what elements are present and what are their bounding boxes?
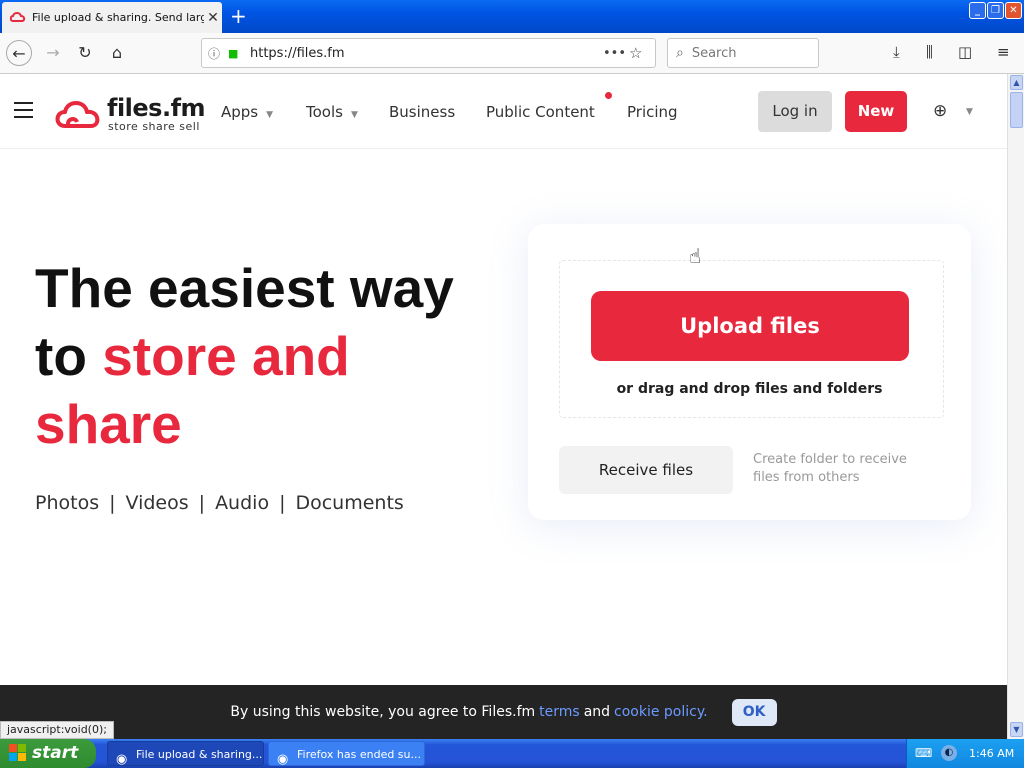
system-tray: ⌨ ◐ 1:46 AM (906, 739, 1024, 768)
cloud-logo-icon (55, 101, 100, 128)
search-icon: ⌕ (676, 45, 684, 61)
category-videos: Videos (125, 492, 189, 514)
nav-apps-label: Apps (221, 103, 259, 121)
minimize-button[interactable]: _ (969, 2, 986, 19)
receive-files-hint: Create folder to receive files from othe… (753, 452, 907, 485)
cookie-banner: By using this website, you agree to File… (0, 685, 1007, 739)
library-icon[interactable]: ⫼ (926, 43, 933, 61)
category-documents: Documents (295, 492, 404, 514)
firefox-icon: ◉ (116, 752, 128, 766)
cookie-text: By using this website, you agree to File… (230, 704, 536, 720)
upload-card: Upload files or drag and drop files and … (528, 224, 971, 520)
browser-title-bar: File upload & sharing. Send large p ✕ + … (0, 0, 1024, 33)
download-icon[interactable]: ⤓ (893, 43, 900, 61)
nav-business[interactable]: Business (389, 103, 455, 121)
forward-arrow-icon[interactable]: → (40, 40, 66, 66)
lock-icon: ■ (228, 46, 239, 60)
chevron-down-icon[interactable]: ▼ (966, 107, 973, 117)
drag-drop-hint: or drag and drop files and folders (616, 381, 883, 397)
cookie-policy-link[interactable]: cookie policy. (614, 704, 708, 720)
logo-name: files.fm (107, 94, 206, 122)
page-actions-icon[interactable]: ••• (603, 46, 629, 61)
login-button[interactable]: Log in (758, 91, 832, 132)
browser-toolbar: ← → ↻ ⌂ ⓘ ■ https://files.fm ••• ☆ ⌕ Sea… (0, 33, 1024, 74)
task-label: File upload & sharing.... (136, 748, 264, 761)
hero-line-3-red: share (35, 393, 182, 455)
bookmark-star-icon[interactable]: ☆ (629, 44, 655, 62)
new-button[interactable]: New (845, 91, 907, 132)
files-fm-favicon-icon (10, 11, 26, 22)
nav-tools-label: Tools (306, 103, 343, 121)
close-window-button[interactable]: ✕ (1005, 2, 1022, 19)
sidebar-icon[interactable]: ◫ (958, 43, 972, 61)
tab-title: File upload & sharing. Send large p (32, 11, 204, 24)
receive-files-button[interactable]: Receive files (559, 446, 733, 494)
nav-apps[interactable]: Apps ▼ (221, 103, 273, 121)
chevron-down-icon: ▼ (266, 110, 274, 120)
tab-close-icon[interactable]: ✕ (204, 10, 222, 26)
url-text[interactable]: https://files.fm (250, 46, 603, 61)
cookie-and-text: and (583, 704, 611, 720)
nav-pricing[interactable]: Pricing (627, 103, 678, 121)
nav-public-content[interactable]: Public Content (486, 103, 595, 121)
start-button[interactable]: start (0, 739, 96, 768)
url-bar[interactable]: ⓘ ■ https://files.fm ••• ☆ (201, 38, 656, 68)
hero-line-2-plain: to (35, 325, 103, 387)
nav-tools[interactable]: Tools ▼ (306, 103, 358, 121)
upload-files-button[interactable]: Upload files (591, 291, 909, 361)
scroll-down-icon[interactable]: ▼ (1010, 722, 1023, 737)
status-bar: javascript:void(0); (0, 721, 114, 739)
category-audio: Audio (215, 492, 270, 514)
hamburger-menu-icon[interactable] (14, 102, 33, 118)
keyboard-icon[interactable]: ⌨ (915, 746, 932, 760)
logo-tagline: store share sell (108, 120, 200, 133)
chevron-down-icon: ▼ (350, 110, 358, 120)
taskbar-item-file-upload[interactable]: ◉ File upload & sharing.... (107, 741, 264, 766)
globe-icon[interactable]: ⊕ (933, 101, 947, 121)
info-icon[interactable]: ⓘ (208, 45, 228, 62)
search-input[interactable]: ⌕ Search (667, 38, 819, 68)
search-placeholder: Search (691, 45, 737, 61)
taskbar: start ◉ File upload & sharing.... ◉ Fire… (0, 739, 1024, 768)
category-photos: Photos (35, 492, 100, 514)
hero-line-2-red: store and (102, 325, 350, 387)
vertical-scrollbar[interactable]: ▲ ▼ (1007, 74, 1024, 739)
menu-icon[interactable]: ≡ (997, 43, 1010, 61)
back-arrow-icon[interactable]: ← (6, 40, 32, 66)
hero-line-1: The easiest way (35, 257, 454, 319)
clock: 1:46 AM (969, 747, 1015, 760)
scrollbar-thumb[interactable] (1010, 92, 1023, 128)
terms-link[interactable]: terms (539, 704, 580, 720)
page-content: files.fm store share sell Apps ▼ Tools ▼ B… (0, 74, 1007, 739)
category-list: Photos | Videos | Audio | Documents (35, 492, 404, 514)
restore-button[interactable]: ❐ (987, 2, 1004, 19)
home-icon[interactable]: ⌂ (104, 40, 130, 66)
browser-tab[interactable]: File upload & sharing. Send large p ✕ (2, 2, 222, 33)
notification-dot (605, 92, 612, 99)
windows-flag-icon (9, 744, 27, 762)
firefox-tray-icon[interactable]: ◐ (941, 745, 957, 761)
reload-icon[interactable]: ↻ (72, 40, 98, 66)
new-tab-button[interactable]: + (230, 4, 247, 28)
files-fm-logo[interactable]: files.fm store share sell (53, 94, 206, 133)
taskbar-item-firefox-ended[interactable]: ◉ Firefox has ended su... (268, 741, 425, 766)
start-label: start (32, 743, 79, 763)
hero-heading: The easiest way to store and share (35, 254, 515, 458)
hand-cursor-icon: ☝ (689, 244, 702, 268)
cookie-ok-button[interactable]: OK (731, 698, 777, 726)
scroll-up-icon[interactable]: ▲ (1010, 75, 1023, 90)
task-label: Firefox has ended su... (297, 748, 422, 761)
site-header: files.fm store share sell Apps ▼ Tools ▼ B… (0, 74, 1007, 149)
firefox-icon: ◉ (277, 752, 289, 766)
